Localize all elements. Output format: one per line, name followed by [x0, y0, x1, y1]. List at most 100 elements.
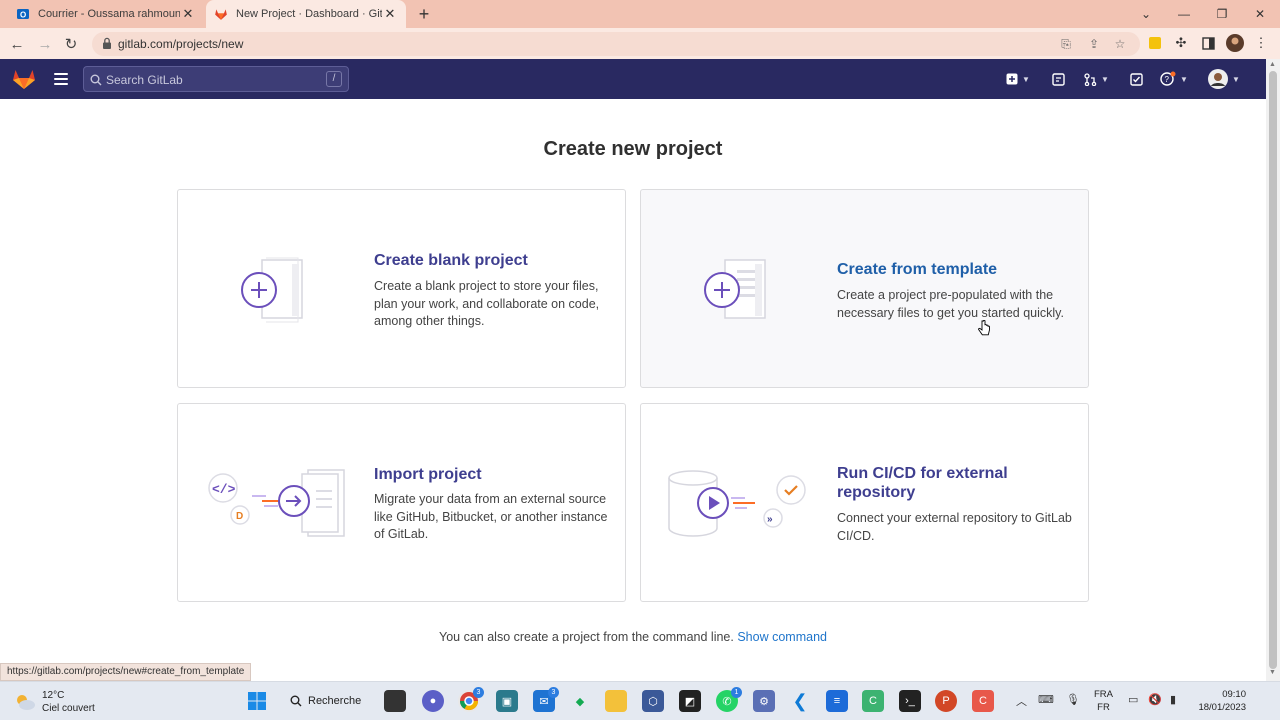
teams-chat-icon[interactable]: ● — [422, 690, 444, 712]
sticky-app-icon[interactable]: ◩ — [679, 690, 701, 712]
translate-icon[interactable]: ⎘ — [1058, 36, 1074, 52]
system-clock[interactable]: 09:10 18/01/2023 — [1196, 688, 1246, 714]
powerpoint-icon[interactable]: P — [935, 690, 957, 712]
status-bar-url: https://gitlab.com/projects/new#create_f… — [0, 663, 252, 681]
remote-desktop-icon[interactable]: ▣ — [496, 690, 518, 712]
card-description: Create a project pre-populated with the … — [837, 288, 1064, 320]
whatsapp-icon[interactable]: ✆ 1 — [716, 687, 742, 712]
svg-text:</>: </> — [212, 482, 236, 497]
battery-icon[interactable]: ▮ — [1170, 693, 1176, 706]
avatar — [1208, 69, 1228, 89]
tab-search-icon[interactable]: ⌄ — [1128, 0, 1164, 28]
chevron-up-icon[interactable]: ︿ — [1016, 693, 1027, 709]
card-title[interactable]: Import project — [374, 465, 614, 484]
gitlab-icon — [214, 7, 228, 21]
microphone-icon[interactable]: 🎙 — [1066, 693, 1080, 706]
gitlab-top-bar: Search GitLab / ▼ ▼ ? ▼ ▼ — [0, 59, 1266, 99]
file-explorer-dark-icon[interactable] — [384, 690, 406, 712]
network-icon[interactable]: ▭ — [1128, 693, 1138, 706]
language-indicator[interactable]: FRA FR — [1094, 688, 1113, 714]
search-icon — [90, 73, 102, 91]
browser-tab-outlook[interactable]: O Courrier - Oussama rahmouni - O ✕ — [8, 0, 204, 28]
chevron-down-icon: ▼ — [1232, 74, 1240, 84]
clock-time: 09:10 — [1222, 689, 1246, 700]
new-tab-button[interactable]: + — [414, 4, 434, 24]
terminal-icon[interactable]: ›_ — [899, 690, 921, 712]
mail-icon[interactable]: ✉ 3 — [533, 687, 559, 712]
create-new-dropdown[interactable]: ▼ — [1006, 69, 1030, 89]
close-icon[interactable]: ✕ — [180, 6, 196, 22]
scrollbar-thumb[interactable] — [1269, 71, 1277, 669]
back-icon[interactable]: ← — [6, 33, 28, 55]
chevron-down-icon: ▼ — [1180, 74, 1188, 84]
user-menu-dropdown[interactable]: ▼ — [1208, 69, 1240, 89]
help-dropdown[interactable]: ? ▼ — [1160, 69, 1188, 89]
folder-icon[interactable] — [605, 690, 627, 712]
vscode-icon[interactable]: ❮ — [789, 690, 811, 712]
jetbrains-icon[interactable]: C — [862, 690, 884, 712]
svg-text:?: ? — [1165, 75, 1170, 84]
cicd-illustration-icon: » — [668, 470, 806, 537]
card-description: Create a blank project to store your fil… — [374, 279, 600, 328]
extensions-puzzle-icon[interactable]: ✣ — [1172, 34, 1190, 52]
browser-tab-gitlab[interactable]: New Project · Dashboard · GitLab ✕ — [206, 0, 406, 28]
svg-text:O: O — [20, 11, 26, 20]
windows-taskbar: 12°C Ciel couvert Recherche ● 3 ▣ ✉ 3 ◆ … — [0, 681, 1280, 720]
run-cicd-external-repo-card[interactable]: » Run CI/CD for external repository Conn… — [640, 403, 1089, 602]
create-blank-project-card[interactable]: Create blank project Create a blank proj… — [177, 189, 626, 388]
page-scrollbar[interactable]: ▲ ▼ — [1266, 59, 1280, 681]
notification-badge: 3 — [473, 687, 484, 698]
minimize-icon[interactable]: — — [1166, 0, 1202, 28]
side-panel-icon[interactable] — [1199, 34, 1217, 52]
bookmark-star-icon[interactable]: ☆ — [1112, 36, 1128, 52]
close-icon[interactable]: ✕ — [382, 6, 398, 22]
scroll-down-icon[interactable]: ▼ — [1269, 669, 1276, 676]
weather-widget[interactable]: 12°C Ciel couvert — [14, 689, 95, 715]
taskbar-search[interactable]: Recherche — [290, 690, 361, 712]
lock-icon[interactable] — [102, 37, 112, 55]
merge-requests-dropdown[interactable]: ▼ — [1084, 69, 1109, 89]
search-icon — [290, 695, 302, 707]
share-icon[interactable]: ⇪ — [1086, 36, 1102, 52]
virtualbox-icon[interactable]: ⬡ — [642, 690, 664, 712]
scroll-up-icon[interactable]: ▲ — [1269, 61, 1276, 68]
gitlab-logo-icon[interactable] — [12, 68, 36, 95]
issues-icon[interactable] — [1052, 69, 1065, 89]
language-code: FRA — [1094, 689, 1113, 700]
start-button-icon[interactable] — [246, 690, 268, 712]
merge-request-icon — [1084, 72, 1097, 86]
card-title[interactable]: Create from template — [837, 260, 1077, 279]
chevron-down-icon: ▼ — [1022, 74, 1030, 84]
card-title[interactable]: Run CI/CD for external repository — [837, 464, 1047, 502]
show-command-link[interactable]: Show command — [737, 630, 827, 644]
profile-avatar[interactable] — [1226, 34, 1244, 52]
chrome-icon[interactable]: 3 — [458, 687, 484, 712]
keyboard-icon[interactable]: ⌨ — [1038, 693, 1054, 706]
notepad-icon[interactable]: ≡ — [826, 690, 848, 712]
svg-text:»: » — [767, 514, 773, 525]
todos-icon[interactable] — [1130, 69, 1143, 89]
volume-muted-icon[interactable]: 🔇 — [1148, 693, 1162, 706]
browser-menu-icon[interactable]: ⋮ — [1252, 34, 1270, 52]
restore-icon[interactable]: ❐ — [1204, 0, 1240, 28]
import-project-card[interactable]: </> D Import project Migrate your data f… — [177, 403, 626, 602]
mongodb-icon[interactable]: ◆ — [569, 690, 591, 712]
gitkraken-icon[interactable]: C — [972, 690, 994, 712]
cloudy-weather-icon — [17, 695, 35, 710]
browser-toolbar: ← → ↻ gitlab.com/projects/new ⎘ ⇪ ☆ ✣ ⋮ — [0, 28, 1280, 59]
forward-icon[interactable]: → — [34, 33, 56, 55]
extension-yellow-icon[interactable] — [1146, 34, 1164, 52]
mouse-cursor-icon — [978, 320, 990, 336]
close-window-icon[interactable]: ✕ — [1242, 0, 1278, 28]
reload-icon[interactable]: ↻ — [60, 33, 82, 55]
card-title[interactable]: Create blank project — [374, 251, 614, 270]
address-bar[interactable]: gitlab.com/projects/new ⎘ ⇪ ☆ — [92, 32, 1140, 56]
network-app-icon[interactable]: ⚙ — [753, 690, 775, 712]
url-text: gitlab.com/projects/new — [118, 37, 244, 51]
weather-temperature: 12°C — [42, 690, 65, 701]
clock-date: 18/01/2023 — [1198, 702, 1246, 713]
create-from-template-card[interactable]: Create from template Create a project pr… — [640, 189, 1089, 388]
taskbar-search-label: Recherche — [308, 695, 362, 707]
search-input[interactable]: Search GitLab / — [83, 66, 349, 92]
hamburger-menu-icon[interactable] — [52, 70, 70, 88]
